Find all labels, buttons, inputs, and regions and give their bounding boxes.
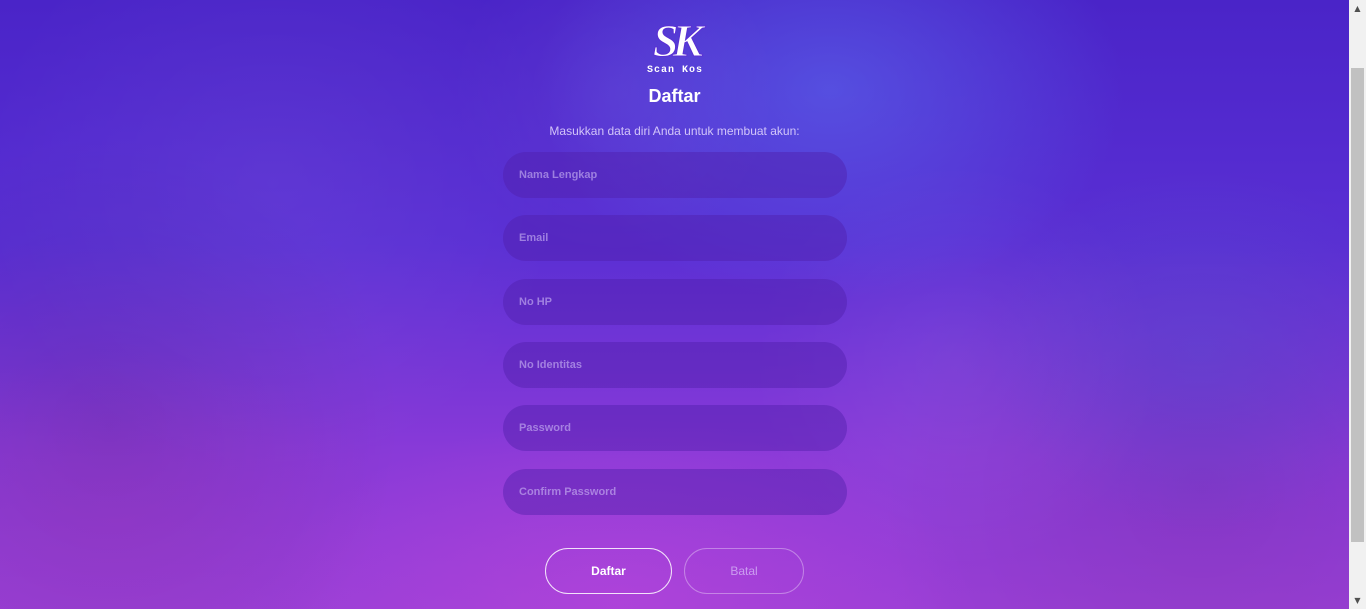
register-button[interactable]: Daftar — [545, 548, 672, 594]
form-instructions: Masukkan data diri Anda untuk membuat ak… — [549, 124, 800, 138]
page-title: Daftar — [648, 86, 701, 106]
full-name-input[interactable] — [503, 152, 847, 198]
logo-tagline: Scan Kos — [647, 65, 703, 76]
phone-field — [503, 279, 847, 325]
cancel-button[interactable]: Batal — [684, 548, 804, 594]
phone-input[interactable] — [503, 279, 847, 325]
scrollbar-thumb[interactable] — [1351, 68, 1364, 542]
vertical-scrollbar[interactable]: ▲ ▼ — [1349, 0, 1366, 609]
scan-kos-logo: SK Scan Kos — [647, 15, 713, 77]
scroll-up-arrow-icon[interactable]: ▲ — [1349, 0, 1366, 17]
full-name-field — [503, 152, 847, 198]
identity-number-field — [503, 342, 847, 388]
email-input[interactable] — [503, 215, 847, 261]
confirm-password-field — [503, 469, 847, 515]
scroll-down-arrow-icon[interactable]: ▼ — [1349, 592, 1366, 609]
confirm-password-input[interactable] — [503, 469, 847, 515]
registration-page: SK Scan Kos Daftar Masukkan data diri An… — [0, 0, 1366, 609]
email-field — [503, 215, 847, 261]
logo-letters: SK — [653, 15, 707, 66]
password-field — [503, 405, 847, 451]
identity-number-input[interactable] — [503, 342, 847, 388]
password-input[interactable] — [503, 405, 847, 451]
